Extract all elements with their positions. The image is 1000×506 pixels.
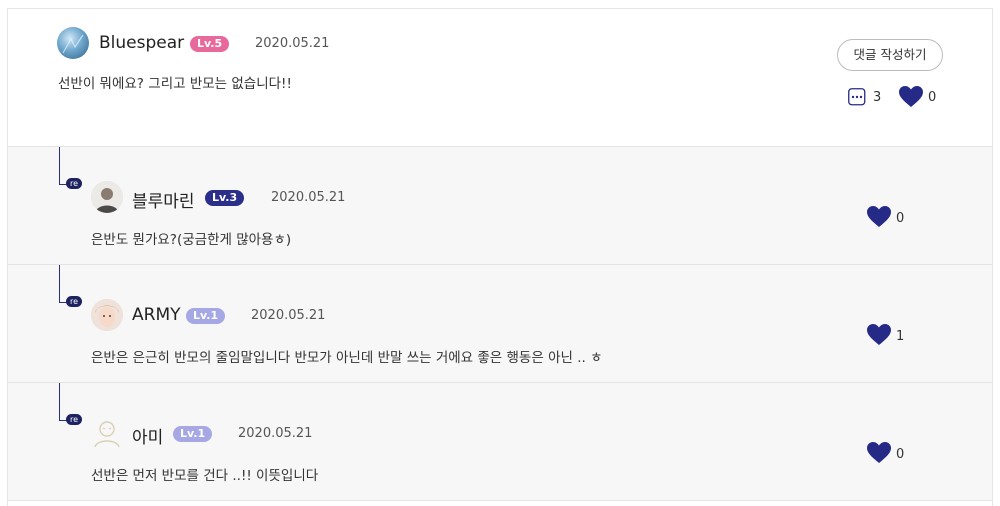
comment-text: 선반은 먼저 반모를 건다 ..!! 이뜻입니다 <box>91 468 319 484</box>
heart-icon[interactable] <box>866 323 892 347</box>
username[interactable]: 블루마린 <box>132 187 195 212</box>
reply-tag: re <box>66 296 82 307</box>
heart-icon[interactable] <box>898 85 924 109</box>
comment-date: 2020.05.21 <box>251 308 326 323</box>
reply-tag: re <box>66 178 82 189</box>
comment-thread: Bluespear Lv.5 2020.05.21 선반이 뭐에요? 그리고 반… <box>7 8 993 506</box>
like-count: 0 <box>896 447 905 462</box>
level-badge: Lv.1 <box>173 426 213 442</box>
comment-date: 2020.05.21 <box>271 190 346 205</box>
avatar[interactable] <box>91 299 123 331</box>
reply-item: re 블루마린 Lv.3 2020.05.21 은반도 뭔가요?(궁금한게 많아… <box>8 147 992 265</box>
comment-text: 은반은 은근히 반모의 줄임말입니다 반모가 아닌데 반말 쓰는 거에요 좋은 … <box>91 350 603 366</box>
comment-text: 은반도 뭔가요?(궁금한게 많아용ㅎ) <box>91 232 292 248</box>
main-comment: Bluespear Lv.5 2020.05.21 선반이 뭐에요? 그리고 반… <box>8 9 992 147</box>
username[interactable]: ARMY <box>132 305 181 325</box>
heart-icon[interactable] <box>866 441 892 465</box>
like-count: 0 <box>896 211 905 226</box>
comment-date: 2020.05.21 <box>255 36 330 51</box>
reply-item: re ARMY Lv.1 2020.05.21 은반은 은근히 반모의 줄임말입… <box>8 265 992 383</box>
level-badge: Lv.3 <box>205 190 245 206</box>
username[interactable]: 아미 <box>132 423 163 448</box>
reply-item: re 아미 Lv.1 2020.05.21 선반은 먼저 반모를 건다 ..!!… <box>8 383 992 501</box>
write-reply-button[interactable]: 댓글 작성하기 <box>837 39 943 71</box>
level-badge: Lv.5 <box>190 36 230 52</box>
avatar[interactable] <box>57 27 89 59</box>
comment-text: 선반이 뭐에요? 그리고 반모는 없습니다!! <box>58 76 292 92</box>
avatar-image <box>62 34 84 54</box>
reply-tag: re <box>66 414 82 425</box>
level-badge: Lv.1 <box>186 308 226 324</box>
heart-icon[interactable] <box>866 205 892 229</box>
comment-date: 2020.05.21 <box>238 426 313 441</box>
avatar[interactable] <box>91 181 123 213</box>
reply-count: 3 <box>873 90 882 105</box>
default-avatar-icon[interactable] <box>91 417 123 449</box>
username[interactable]: Bluespear <box>99 33 184 53</box>
comment-bubble-icon[interactable] <box>848 88 866 106</box>
avatar-image <box>91 299 123 331</box>
like-count: 0 <box>928 90 937 105</box>
avatar-image <box>91 181 123 213</box>
default-avatar-image <box>94 421 120 448</box>
like-count: 1 <box>896 329 905 344</box>
